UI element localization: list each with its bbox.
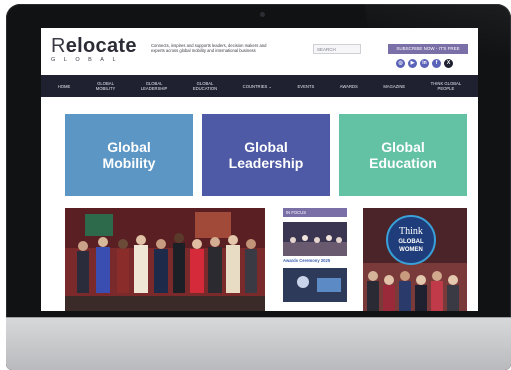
subscribe-button[interactable]: SUBSCRIBE NOW - IT'S FREE <box>388 44 468 54</box>
second-thumbnail-image <box>283 268 347 302</box>
logo-letter-r: R <box>51 35 66 57</box>
logo-word-rest: elocate <box>65 35 137 57</box>
think-global-women-image: Think GLOBAL WOMEN <box>363 208 467 311</box>
site-header: Relocate GLOBAL Connects, inspires and s… <box>41 28 478 71</box>
site-tagline: Connects, inspires and supports leaders,… <box>151 43 267 54</box>
logo-subtitle: GLOBAL <box>51 57 125 63</box>
tile-global-leadership[interactable]: Global Leadership <box>202 114 330 196</box>
awards-group-photo[interactable] <box>65 208 265 311</box>
nav-item-countries[interactable]: COUNTRIES ⌄ <box>243 84 272 89</box>
nav-item-think-global-people[interactable]: THINK GLOBAL PEOPLE <box>431 81 461 91</box>
think-badge-line1: Think <box>399 226 423 237</box>
facebook-icon[interactable]: f <box>432 59 441 68</box>
linkedin-icon[interactable]: in <box>420 59 429 68</box>
nav-item-global-leadership[interactable]: GLOBAL LEADERSHIP <box>141 81 168 91</box>
nav-item-home[interactable]: HOME <box>58 84 71 89</box>
nav-item-awards[interactable]: AWARDS <box>340 84 358 89</box>
webcam-dot <box>260 12 265 17</box>
search-input[interactable]: SEARCH <box>313 44 361 54</box>
in-focus-panel: IN FOCUS Awards Ceremony 2025 <box>283 208 347 311</box>
nav-item-global-education[interactable]: GLOBAL EDUCATION <box>193 81 217 91</box>
group-photo-image <box>65 208 265 311</box>
think-badge-line3: WOMEN <box>399 247 423 253</box>
youtube-icon[interactable]: ▶ <box>408 59 417 68</box>
tile-global-mobility[interactable]: Global Mobility <box>65 114 193 196</box>
ceremony-thumbnail-image <box>283 222 347 256</box>
social-links: ◎ ▶ in f X <box>396 59 453 69</box>
think-global-women-promo[interactable]: Think GLOBAL WOMEN <box>363 208 467 311</box>
main-navigation: HOME GLOBAL MOBILITY GLOBAL LEADERSHIP GLOB… <box>41 75 478 97</box>
nav-item-magazine[interactable]: MAGAZINE <box>383 84 405 89</box>
think-badge-line2: GLOBAL <box>398 239 424 245</box>
monitor-chin <box>6 317 511 370</box>
browser-screen: Relocate GLOBAL Connects, inspires and s… <box>41 28 478 311</box>
logo-wordmark: Relocate <box>51 36 147 56</box>
relocate-global-logo[interactable]: Relocate GLOBAL <box>51 36 147 68</box>
desktop-monitor: Relocate GLOBAL Connects, inspires and s… <box>6 4 511 370</box>
awards-ceremony-thumbnail[interactable] <box>283 222 347 256</box>
in-focus-heading: IN FOCUS <box>283 208 347 217</box>
awards-ceremony-link[interactable]: Awards Ceremony 2025 <box>283 258 347 263</box>
instagram-icon[interactable]: ◎ <box>396 59 405 68</box>
second-thumbnail[interactable] <box>283 268 347 302</box>
x-icon[interactable]: X <box>444 59 453 68</box>
nav-item-global-mobility[interactable]: GLOBAL MOBILITY <box>96 81 116 91</box>
nav-item-events[interactable]: EVENTS <box>298 84 315 89</box>
tile-global-education[interactable]: Global Education <box>339 114 467 196</box>
